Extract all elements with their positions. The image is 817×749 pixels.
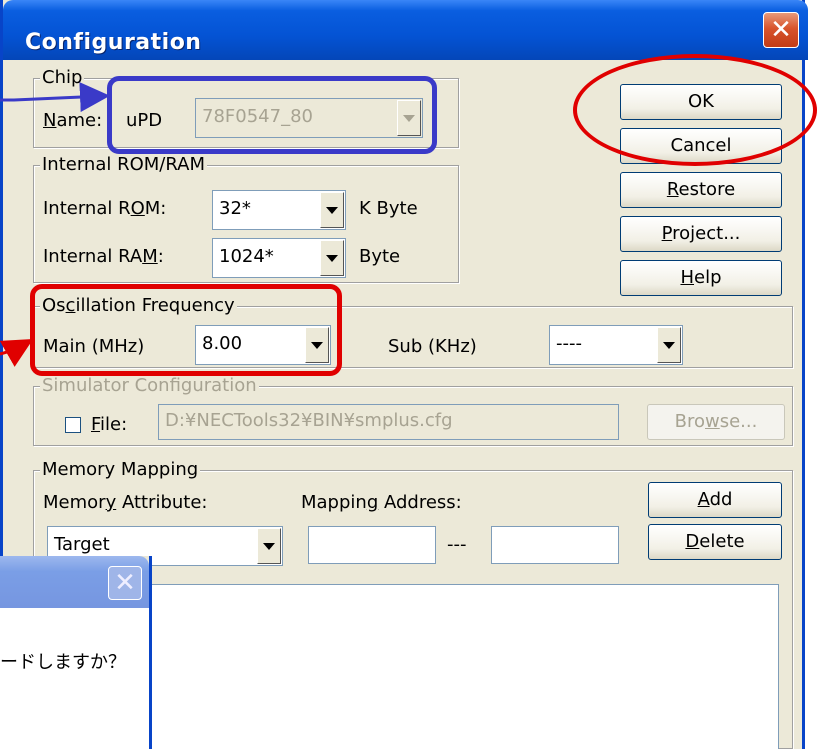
blue-arrow: [0, 82, 110, 113]
callout-arrows: [0, 82, 110, 367]
red-arrow: [0, 339, 34, 367]
